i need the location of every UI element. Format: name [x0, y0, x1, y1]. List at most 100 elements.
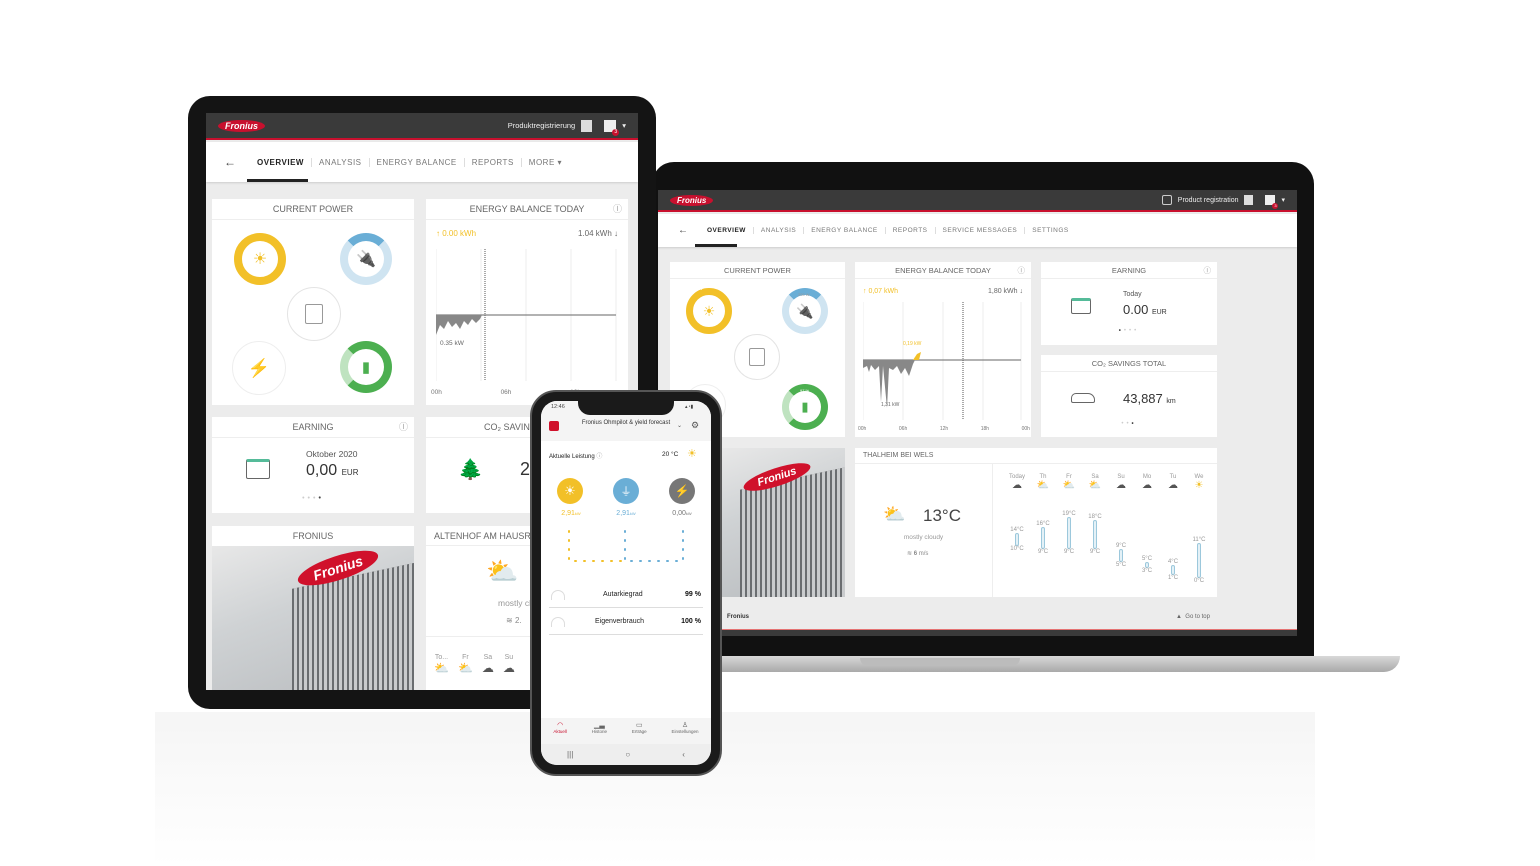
- chevron-down-icon[interactable]: ⌄: [677, 422, 682, 429]
- forecast-day: Su ☁: [1109, 474, 1133, 491]
- back-icon[interactable]: ‹: [682, 750, 685, 759]
- forecast-day: Fr ⛅: [458, 654, 473, 675]
- temp-bar: [1119, 549, 1123, 562]
- peak-label: 0,19 kW: [903, 341, 922, 347]
- user-icon[interactable]: 3: [604, 119, 620, 136]
- tab-analysis[interactable]: ANALYSIS: [310, 157, 369, 167]
- carousel-dots[interactable]: ••••: [1041, 328, 1217, 334]
- fronius-logo[interactable]: Fronius: [218, 119, 265, 132]
- product-registration-link[interactable]: Produktregistrierung: [508, 121, 576, 130]
- produced-value: ↑ 0.00 kWh: [436, 229, 477, 238]
- main-nav: ← OVERVIEW ANALYSIS ENERGY BALANCE REPOR…: [206, 142, 638, 182]
- tab-reports[interactable]: REPORTS: [884, 227, 935, 234]
- current-temp: 13°C: [923, 506, 961, 525]
- tab-settings[interactable]: SETTINGS: [1024, 227, 1076, 234]
- sun-icon: ☀: [687, 448, 697, 460]
- go-to-top-link[interactable]: ▲ Go to top: [1176, 614, 1210, 620]
- gauge-icon: [551, 590, 565, 600]
- info-icon[interactable]: ⓘ: [596, 454, 602, 460]
- battery-value: 97 %: [800, 388, 810, 393]
- nav-einstellungen[interactable]: ♙ Einstellungen: [672, 721, 699, 744]
- tab-energy-balance[interactable]: ENERGY BALANCE: [803, 227, 884, 234]
- forecast-day: Su ☁: [503, 654, 515, 675]
- x-tick: 06h: [500, 389, 512, 396]
- wind-unit: m/s: [918, 551, 929, 557]
- chevron-down-icon[interactable]: ▾: [1281, 196, 1285, 204]
- temp-range: 16°C 9°C: [1031, 521, 1055, 555]
- card-title: CO₂ SAVINGS TOTAL: [1041, 355, 1217, 372]
- low-temp: 9°C: [1063, 549, 1075, 556]
- support-icon[interactable]: [1161, 195, 1172, 205]
- info-icon[interactable]: ⓘ: [613, 199, 622, 220]
- back-arrow-icon[interactable]: ←: [224, 155, 236, 169]
- cloud-rain-icon: ☁: [502, 661, 515, 675]
- go-to-top-label: Go to top: [1185, 614, 1210, 620]
- nav-historie[interactable]: ▁▃ Historie: [592, 721, 607, 744]
- temp-bar: [1067, 517, 1071, 550]
- user-icon[interactable]: 3: [1265, 195, 1279, 209]
- home-icon[interactable]: ○: [625, 750, 630, 759]
- consumption-area: [863, 360, 915, 408]
- info-icon[interactable]: ⓘ: [1204, 262, 1212, 279]
- nav-label: Aktuell: [553, 729, 567, 734]
- card-title: ENERGY BALANCE TODAY: [895, 266, 991, 275]
- reflection: [155, 712, 1315, 866]
- tab-label: MORE: [528, 157, 555, 167]
- weather-condition: mostly cloudy: [903, 534, 944, 541]
- production-area: [913, 352, 921, 360]
- chevron-down-icon[interactable]: ▾: [622, 121, 626, 130]
- tab-overview[interactable]: OVERVIEW: [250, 158, 311, 167]
- product-registration-link[interactable]: Product registration: [1178, 197, 1239, 204]
- carousel-dots[interactable]: •••: [1041, 421, 1217, 427]
- high-temp: 11°C: [1192, 536, 1206, 543]
- x-tick: 06h: [898, 426, 908, 432]
- active-tab-indicator: [695, 244, 737, 247]
- card-title: CURRENT POWER: [212, 199, 414, 220]
- temp-range: 4°C 1°C: [1161, 559, 1185, 581]
- calculator-icon[interactable]: [581, 119, 593, 132]
- nav-aktuell[interactable]: ◠ Aktuell: [553, 721, 567, 744]
- temp-bar: [1015, 533, 1019, 546]
- system-title[interactable]: Fronius Ohmpilot & yield forecast: [581, 420, 671, 427]
- recent-apps-icon[interactable]: |||: [567, 750, 573, 759]
- forecast-day: Sa ⛅: [1083, 474, 1107, 491]
- gear-icon[interactable]: ⚙: [691, 420, 699, 431]
- tab-energy-balance[interactable]: ENERGY BALANCE: [368, 157, 464, 167]
- back-arrow-icon[interactable]: ←: [678, 225, 688, 236]
- tab-analysis[interactable]: ANALYSIS: [752, 227, 803, 234]
- calculator-icon[interactable]: [1244, 195, 1254, 205]
- tab-overview[interactable]: OVERVIEW: [700, 227, 753, 234]
- grid-tower-icon: ⚡: [247, 357, 271, 378]
- earning-unit: EUR: [341, 468, 359, 477]
- inverter-icon: [305, 304, 323, 324]
- notification-badge: 3: [1272, 203, 1279, 209]
- tab-service-messages[interactable]: SERVICE MESSAGES: [934, 227, 1025, 234]
- sun-cloud-icon: ⛅: [457, 661, 473, 675]
- x-tick: 18h: [980, 426, 990, 432]
- unit: kW: [574, 511, 581, 516]
- load-ring: 🔌: [340, 233, 392, 285]
- high-temp: 16°C: [1036, 520, 1050, 527]
- metric-row-autarky: Autarkiegrad 99 %: [549, 584, 703, 608]
- grid-ring: ⚡: [232, 341, 286, 395]
- nav-label: Erträge: [631, 729, 647, 734]
- low-temp: 9°C: [1089, 549, 1101, 556]
- forecast-day-label: Fr: [462, 654, 469, 661]
- nav-label: Einstellungen: [671, 729, 699, 734]
- info-icon[interactable]: ⓘ: [1018, 262, 1026, 279]
- forecast-day: Tu ☁: [1161, 474, 1185, 491]
- co2-savings-card: CO₂ SAVINGS TOTAL 43,887 km •••: [1041, 355, 1217, 437]
- plug-icon: 🔌: [796, 302, 814, 319]
- earning-value: 0.00: [1123, 302, 1149, 317]
- fronius-logo[interactable]: Fronius: [670, 194, 714, 206]
- bar-chart-icon: ▁▃: [594, 722, 605, 729]
- produced-value: ↑ 0,07 kWh: [863, 288, 899, 295]
- load-power-value: 2,91: [616, 510, 630, 517]
- tab-reports[interactable]: REPORTS: [463, 157, 521, 167]
- carousel-dots[interactable]: ••••: [212, 495, 414, 502]
- nav-ertraege[interactable]: ▭ Erträge: [632, 721, 647, 744]
- co2-unit: km: [1166, 398, 1176, 405]
- tab-more[interactable]: MORE ▾: [520, 157, 569, 167]
- info-icon[interactable]: ⓘ: [399, 417, 408, 438]
- low-temp: 0°C: [1193, 577, 1205, 584]
